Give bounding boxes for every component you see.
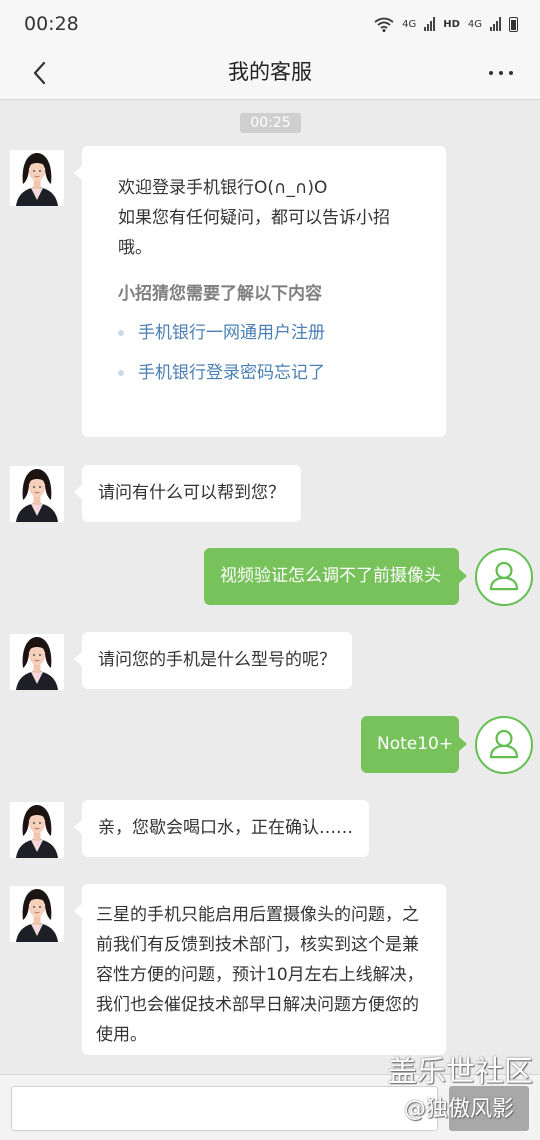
user-avatar[interactable]	[475, 548, 533, 606]
agent-message: 请问有什么可以帮到您？	[74, 465, 301, 522]
network-type-1: 4G	[402, 18, 417, 30]
signal-icon-2	[490, 17, 501, 31]
agent-avatar[interactable]	[10, 466, 64, 522]
faq-item-forgot-password[interactable]: 手机银行登录密码忘记了	[118, 353, 410, 393]
more-dot	[499, 71, 503, 75]
page-title: 我的客服	[228, 60, 312, 84]
user-icon	[477, 550, 531, 604]
message-input[interactable]	[11, 1086, 438, 1131]
welcome-line-2: 如果您有任何疑问，都可以告诉小招哦。	[118, 208, 390, 258]
agent-message: 请问您的手机是什么型号的呢？	[74, 632, 352, 689]
battery-icon	[509, 16, 518, 32]
nav-bar: 我的客服	[0, 48, 540, 100]
watermark-author: @独傲风影	[404, 1097, 515, 1122]
wifi-icon	[374, 17, 394, 32]
user-message: 视频验证怎么调不了前摄像头	[204, 548, 467, 605]
agent-message: 亲，您歇会喝口水，正在确认……	[74, 800, 369, 857]
status-bar: 00:28 4G HD 4G	[0, 0, 540, 48]
network-type-2: 4G	[467, 18, 482, 30]
agent-message: 三星的手机只能启用后置摄像头的问题，之前我们有反馈到技术部门，核实到这个是兼容性…	[74, 884, 446, 1055]
chat-timestamp: 00:25	[240, 113, 301, 133]
more-button[interactable]	[484, 56, 518, 90]
hd-badge: HD	[443, 18, 460, 30]
agent-avatar[interactable]	[10, 886, 64, 942]
agent-avatar[interactable]	[10, 802, 64, 858]
welcome-bubble: 欢迎登录手机银行O(∩_∩)O 如果您有任何疑问，都可以告诉小招哦。 小招猜您需…	[74, 146, 446, 437]
welcome-line-1: 欢迎登录手机银行O(∩_∩)O	[118, 178, 328, 198]
agent-avatar[interactable]	[10, 634, 64, 690]
faq-title: 小招猜您需要了解以下内容	[118, 284, 322, 304]
user-avatar[interactable]	[475, 716, 533, 774]
watermark-community: 盖乐世社区	[388, 1054, 534, 1088]
status-time: 00:28	[24, 13, 79, 35]
faq-item-register[interactable]: 手机银行一网通用户注册	[118, 313, 410, 353]
signal-icon	[424, 17, 436, 31]
user-icon	[477, 718, 531, 772]
agent-avatar[interactable]	[10, 150, 64, 206]
more-dot	[509, 71, 513, 75]
status-icons: 4G HD 4G	[374, 16, 518, 32]
user-message: Note10+	[361, 716, 467, 773]
more-dot	[489, 71, 493, 75]
